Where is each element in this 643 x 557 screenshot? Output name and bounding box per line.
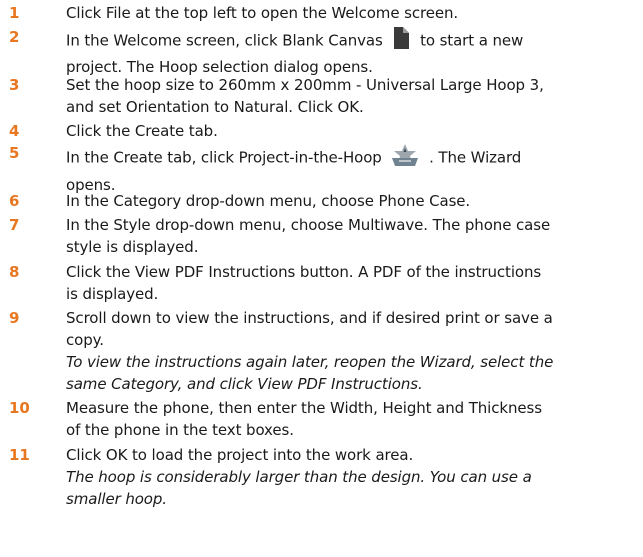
step-line-start: In the Welcome screen, click Blank Canva… [66,31,383,50]
step-text: Click OK to load the project into the wo… [66,444,636,510]
step-note: To view the instructions again later, re… [66,353,554,371]
step-note: same Category, and click View PDF Instru… [66,375,423,393]
step-number: 5 [9,144,20,162]
step-line-start: In the Create tab, click Project-in-the-… [66,148,382,167]
step-line: of the phone in the text boxes. [66,421,294,439]
step-line: In the Style drop-down menu, choose Mult… [66,216,551,234]
step-number: 1 [9,4,20,22]
step-line: Click File at the top left to open the W… [66,4,459,22]
step-number: 10 [9,399,30,417]
step-note: The hoop is considerably larger than the… [66,468,532,486]
step-line: copy. [66,331,104,349]
step-text: In the Welcome screen, click Blank Canva… [66,26,636,78]
step-number: 11 [9,446,30,464]
blank-canvas-icon [391,26,411,56]
step-note: smaller hoop. [66,490,167,508]
step-line-end: to start a new [420,31,524,50]
step-line: style is displayed. [66,238,199,256]
step-number: 8 [9,263,20,281]
step-text: In the Style drop-down menu, choose Mult… [66,214,636,258]
step-line: In the Create tab, click Project-in-the-… [66,142,636,174]
step-line: Click the View PDF Instructions button. … [66,263,542,281]
step-line: is displayed. [66,285,159,303]
step-line: In the Category drop-down menu, choose P… [66,192,471,210]
step-number: 6 [9,192,20,210]
step-number: 4 [9,122,20,140]
step-line: Scroll down to view the instructions, an… [66,309,553,327]
step-text: Set the hoop size to 260mm x 200mm - Uni… [66,74,636,118]
step-text: Scroll down to view the instructions, an… [66,307,636,395]
step-line: Click the Create tab. [66,122,218,140]
step-line: Measure the phone, then enter the Width,… [66,399,542,417]
step-text: In the Create tab, click Project-in-the-… [66,142,636,196]
step-text: Measure the phone, then enter the Width,… [66,397,636,441]
step-line: In the Welcome screen, click Blank Canva… [66,26,636,56]
step-text: Click the View PDF Instructions button. … [66,261,636,305]
step-text: In the Category drop-down menu, choose P… [66,190,636,212]
step-line: Click OK to load the project into the wo… [66,446,414,464]
step-line: and set Orientation to Natural. Click OK… [66,98,364,116]
project-in-the-hoop-icon [390,142,420,174]
step-number: 3 [9,76,20,94]
step-text: Click the Create tab. [66,120,636,142]
step-number: 9 [9,309,20,327]
step-number: 2 [9,28,20,46]
instruction-steps: 1 Click File at the top left to open the… [0,0,643,557]
step-text: Click File at the top left to open the W… [66,2,636,24]
step-line: Set the hoop size to 260mm x 200mm - Uni… [66,76,544,94]
step-number: 7 [9,216,20,234]
step-line-end: . The Wizard [429,148,522,167]
